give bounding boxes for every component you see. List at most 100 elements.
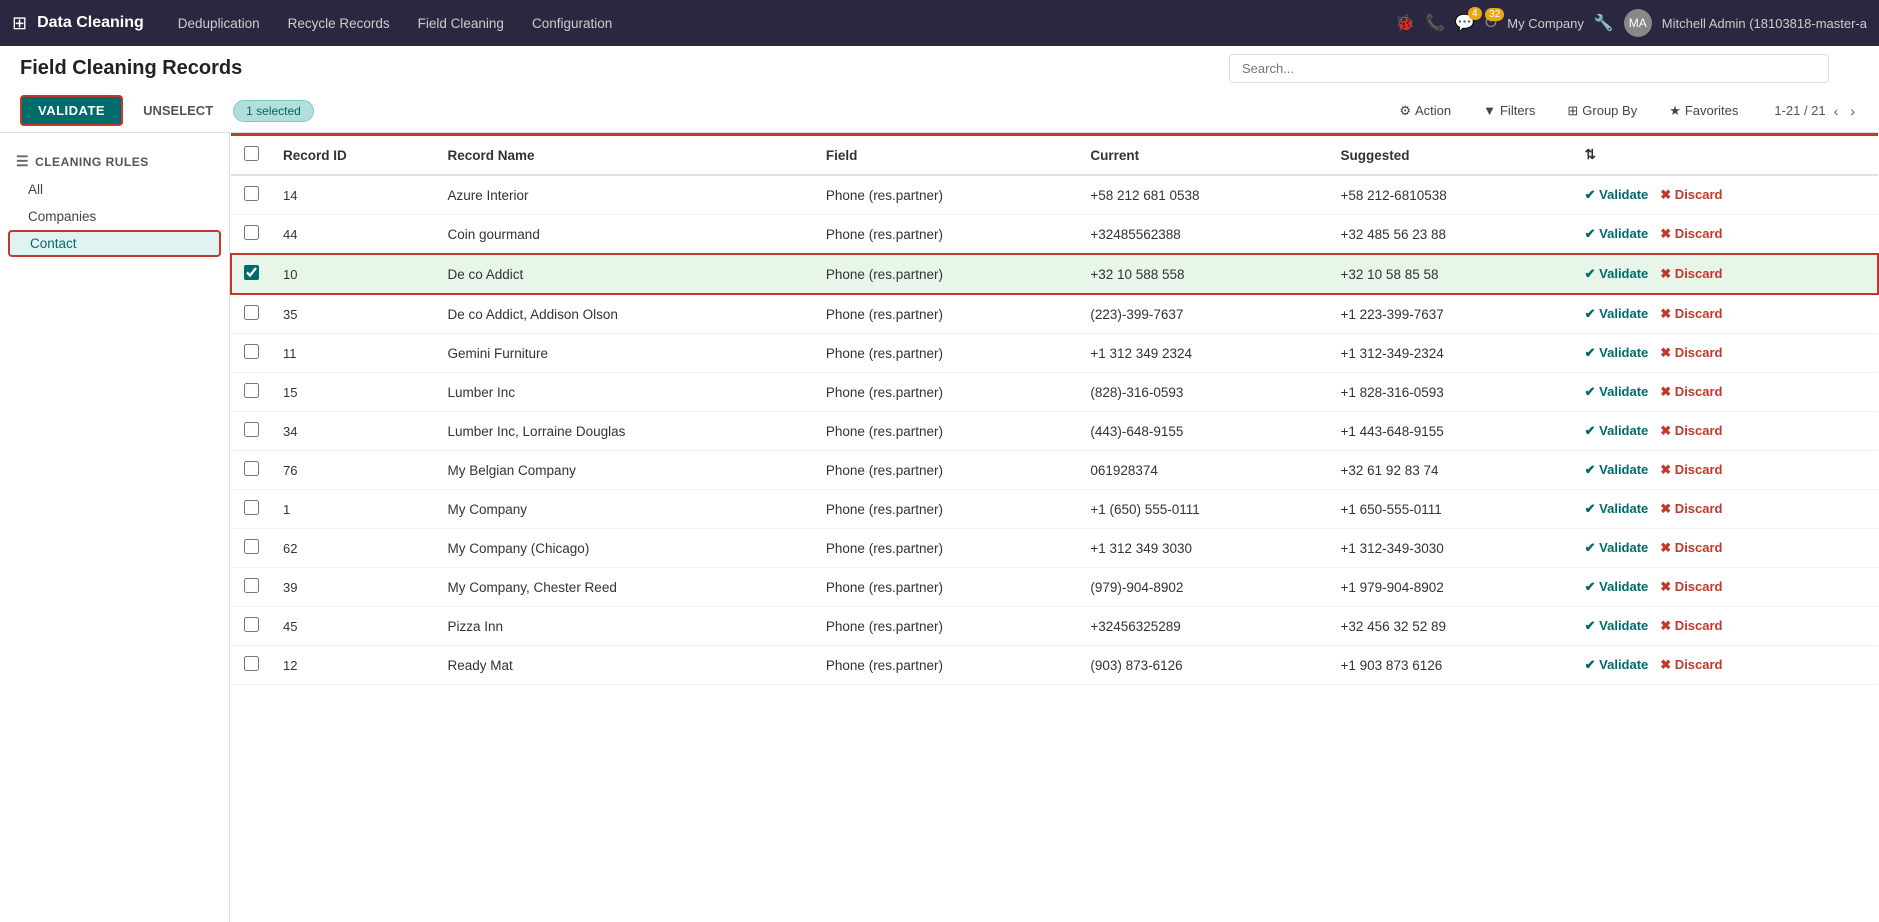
cell-field: Phone (res.partner) [814,646,1078,685]
nav-field-cleaning[interactable]: Field Cleaning [404,0,518,46]
cell-name: Ready Mat [436,646,814,685]
header-field[interactable]: Field [814,135,1078,176]
header-record-name[interactable]: Record Name [436,135,814,176]
bug-icon[interactable]: 🐞 [1395,13,1415,33]
row-discard-button[interactable]: ✖ Discard [1660,618,1722,634]
row-checkbox[interactable] [244,344,259,359]
row-checkbox[interactable] [244,656,259,671]
next-page-button[interactable]: › [1846,101,1859,121]
sidebar-item-contact[interactable]: Contact [8,230,221,257]
search-input[interactable] [1229,54,1829,83]
cell-actions: ✔ Validate ✖ Discard [1573,646,1878,685]
row-checkbox-cell[interactable] [231,412,271,451]
row-validate-button[interactable]: ✔ Validate [1585,384,1649,400]
sidebar-section-header: ☰ CLEANING RULES [0,147,229,176]
nav-deduplication[interactable]: Deduplication [164,0,274,46]
cell-field: Phone (res.partner) [814,215,1078,255]
action-button[interactable]: ⚙ Action [1391,99,1459,123]
row-checkbox[interactable] [244,422,259,437]
row-checkbox-cell[interactable] [231,451,271,490]
group-by-button[interactable]: ⊞ Group By [1559,99,1645,123]
row-checkbox-cell[interactable] [231,254,271,294]
row-discard-button[interactable]: ✖ Discard [1660,226,1722,242]
row-checkbox[interactable] [244,617,259,632]
header-current[interactable]: Current [1078,135,1328,176]
row-checkbox-cell[interactable] [231,607,271,646]
apps-icon[interactable]: ⊞ [12,13,27,34]
clock-icon[interactable]: ⏱32 [1485,14,1497,32]
row-validate-button[interactable]: ✔ Validate [1585,187,1649,203]
cell-current: (903) 873-6126 [1078,646,1328,685]
row-validate-button[interactable]: ✔ Validate [1585,226,1649,242]
row-discard-button[interactable]: ✖ Discard [1660,384,1722,400]
row-checkbox[interactable] [244,265,259,280]
validate-button[interactable]: VALIDATE [20,95,123,126]
header-suggested[interactable]: Suggested [1329,135,1573,176]
row-checkbox[interactable] [244,500,259,515]
cell-actions: ✔ Validate ✖ Discard [1573,607,1878,646]
row-discard-button[interactable]: ✖ Discard [1660,187,1722,203]
row-checkbox-cell[interactable] [231,568,271,607]
row-discard-button[interactable]: ✖ Discard [1660,501,1722,517]
row-checkbox-cell[interactable] [231,175,271,215]
row-validate-button[interactable]: ✔ Validate [1585,501,1649,517]
cell-field: Phone (res.partner) [814,607,1078,646]
row-validate-button[interactable]: ✔ Validate [1585,657,1649,673]
row-checkbox[interactable] [244,578,259,593]
row-discard-button[interactable]: ✖ Discard [1660,540,1722,556]
row-validate-button[interactable]: ✔ Validate [1585,540,1649,556]
cell-id: 15 [271,373,436,412]
cell-id: 10 [271,254,436,294]
filters-button[interactable]: ▼ Filters [1475,99,1543,122]
row-validate-button[interactable]: ✔ Validate [1585,306,1649,322]
row-discard-button[interactable]: ✖ Discard [1660,423,1722,439]
row-checkbox-cell[interactable] [231,215,271,255]
header-checkbox-cell[interactable] [231,135,271,176]
row-checkbox-cell[interactable] [231,334,271,373]
row-checkbox-cell[interactable] [231,490,271,529]
favorites-button[interactable]: ★ Favorites [1661,99,1746,123]
row-checkbox[interactable] [244,461,259,476]
row-validate-button[interactable]: ✔ Validate [1585,423,1649,439]
phone-icon[interactable]: 📞 [1425,13,1445,33]
row-checkbox[interactable] [244,383,259,398]
row-checkbox-cell[interactable] [231,646,271,685]
column-filter-icon[interactable]: ⇅ [1585,147,1596,162]
sidebar-item-all[interactable]: All [0,176,229,203]
row-validate-button[interactable]: ✔ Validate [1585,345,1649,361]
app-brand: Data Cleaning [37,14,144,32]
row-discard-button[interactable]: ✖ Discard [1660,657,1722,673]
cell-name: Pizza Inn [436,607,814,646]
row-validate-button[interactable]: ✔ Validate [1585,266,1649,282]
table-row: 11Gemini FurniturePhone (res.partner)+1 … [231,334,1878,373]
row-checkbox-cell[interactable] [231,373,271,412]
row-validate-button[interactable]: ✔ Validate [1585,618,1649,634]
row-discard-button[interactable]: ✖ Discard [1660,306,1722,322]
row-checkbox[interactable] [244,539,259,554]
unselect-button[interactable]: UNSELECT [131,97,225,124]
tools-icon[interactable]: 🔧 [1594,13,1614,33]
sidebar-item-companies[interactable]: Companies [0,203,229,230]
row-discard-button[interactable]: ✖ Discard [1660,579,1722,595]
row-checkbox[interactable] [244,305,259,320]
chat-icon[interactable]: 💬4 [1455,13,1475,33]
row-validate-button[interactable]: ✔ Validate [1585,579,1649,595]
row-checkbox-cell[interactable] [231,294,271,334]
row-checkbox-cell[interactable] [231,529,271,568]
row-discard-button[interactable]: ✖ Discard [1660,462,1722,478]
cell-id: 45 [271,607,436,646]
prev-page-button[interactable]: ‹ [1830,101,1843,121]
row-discard-button[interactable]: ✖ Discard [1660,266,1722,282]
row-validate-button[interactable]: ✔ Validate [1585,462,1649,478]
row-discard-button[interactable]: ✖ Discard [1660,345,1722,361]
cell-actions: ✔ Validate ✖ Discard [1573,451,1878,490]
nav-recycle-records[interactable]: Recycle Records [274,0,404,46]
avatar[interactable]: MA [1624,9,1652,37]
row-checkbox[interactable] [244,225,259,240]
row-checkbox[interactable] [244,186,259,201]
cell-actions: ✔ Validate ✖ Discard [1573,254,1878,294]
header-record-id[interactable]: Record ID [271,135,436,176]
select-all-checkbox[interactable] [244,146,259,161]
cell-current: 061928374 [1078,451,1328,490]
nav-configuration[interactable]: Configuration [518,0,626,46]
